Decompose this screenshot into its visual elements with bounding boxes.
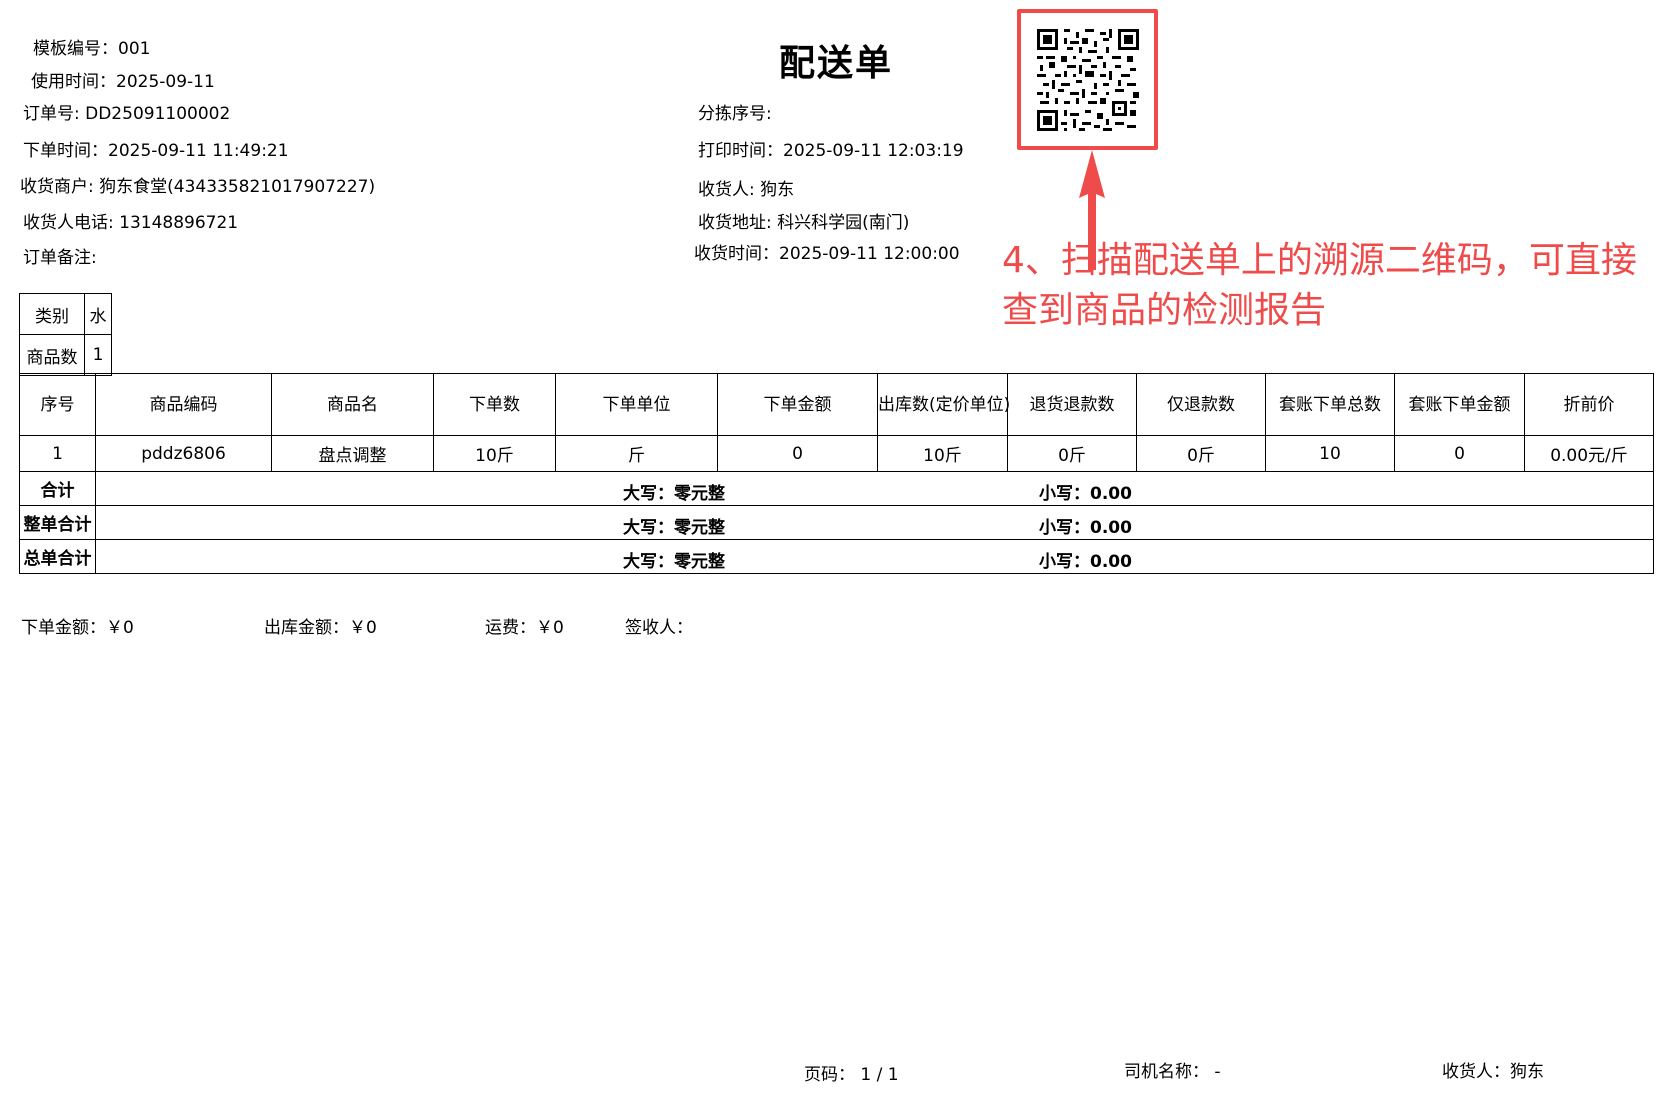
page-title: 配送单 — [779, 43, 894, 84]
summary-uppercase: 大写：零元整 — [623, 552, 725, 572]
category-label: 类别 — [19, 293, 85, 335]
qr-code-icon — [1037, 29, 1139, 131]
column-header: 套账下单总数 — [1265, 373, 1395, 436]
table-cell: 0 — [717, 435, 878, 472]
signer: 签收人： — [625, 618, 693, 638]
receiver-phone: 收货人电话: 13148896721 — [23, 213, 239, 233]
receive-time: 收货时间：2025-09-11 12:00:00 — [694, 244, 960, 264]
summary-uppercase: 大写：零元整 — [623, 484, 725, 504]
order-time: 下单时间：2025-09-11 11:49:21 — [23, 141, 289, 161]
table-cell: 斤 — [555, 435, 718, 472]
column-header: 出库数(定价单位) — [877, 373, 1010, 436]
items-table: 序号 商品编码 商品名 下单数 下单单位 下单金额 出库数(定价单位) 退货退款… — [19, 373, 1654, 574]
table-cell: 0斤 — [1136, 435, 1266, 472]
table-cell: pddz6806 — [95, 435, 272, 472]
column-header: 下单数 — [433, 373, 556, 436]
table-cell: 10斤 — [433, 435, 556, 472]
out-amount: 出库金额：￥0 — [264, 618, 377, 638]
table-cell: 0斤 — [1007, 435, 1137, 472]
freight: 运费：￥0 — [485, 618, 564, 638]
table-header-row: 序号 商品编码 商品名 下单数 下单单位 下单金额 出库数(定价单位) 退货退款… — [19, 373, 1654, 436]
merchant: 收货商户: 狗东食堂(434335821017907227) — [20, 177, 376, 197]
template-number: 模板编号：001 — [33, 39, 151, 59]
item-count-label: 商品数 — [19, 334, 85, 376]
page-number: 页码： 1 / 1 — [804, 1065, 899, 1085]
use-time: 使用时间：2025-09-11 — [31, 72, 215, 92]
column-header: 下单金额 — [717, 373, 878, 436]
column-header: 商品名 — [271, 373, 434, 436]
column-header: 折前价 — [1524, 373, 1654, 436]
summary-label: 合计 — [19, 471, 96, 506]
table-cell: 1 — [19, 435, 96, 472]
driver-name: 司机名称： - — [1124, 1062, 1221, 1082]
summary-lowercase: 小写：0.00 — [1039, 552, 1132, 572]
order-number: 订单号: DD25091100002 — [23, 104, 231, 124]
annotation-text: 4、扫描配送单上的溯源二维码，可直接查到商品的检测报告 — [1002, 240, 1637, 331]
sort-number: 分拣序号: — [698, 104, 772, 124]
item-count-value: 1 — [84, 334, 112, 376]
footer-receiver: 收货人：狗东 — [1442, 1062, 1544, 1082]
summary-label: 总单合计 — [19, 539, 96, 574]
column-header: 商品编码 — [95, 373, 272, 436]
table-row: 1 pddz6806 盘点调整 10斤 斤 0 10斤 0斤 0斤 10 0 0… — [19, 435, 1654, 472]
summary-lowercase: 小写：0.00 — [1039, 518, 1132, 538]
summary-row-grand-total: 总单合计 大写：零元整 小写：0.00 — [19, 539, 1654, 574]
summary-label: 整单合计 — [19, 505, 96, 540]
table-cell: 0.00元/斤 — [1524, 435, 1654, 472]
print-time: 打印时间：2025-09-11 12:03:19 — [698, 141, 964, 161]
order-remark: 订单备注: — [23, 248, 97, 268]
column-header: 套账下单金额 — [1394, 373, 1525, 436]
category-value: 水 — [84, 293, 112, 335]
traceability-qr-code — [1017, 9, 1158, 150]
summary-lowercase: 小写：0.00 — [1039, 484, 1132, 504]
receiver-address: 收货地址: 科兴科学园(南门) — [698, 213, 910, 233]
column-header: 下单单位 — [555, 373, 718, 436]
category-table: 类别 水 商品数 1 — [19, 293, 112, 376]
column-header: 序号 — [19, 373, 96, 436]
column-header: 仅退款数 — [1136, 373, 1266, 436]
table-cell: 10斤 — [877, 435, 1008, 472]
summary-uppercase: 大写：零元整 — [623, 518, 725, 538]
order-amount: 下单金额：￥0 — [21, 618, 134, 638]
summary-row-total: 合计 大写：零元整 小写：0.00 — [19, 471, 1654, 506]
table-cell: 0 — [1394, 435, 1525, 472]
summary-row-order-total: 整单合计 大写：零元整 小写：0.00 — [19, 505, 1654, 540]
table-cell: 10 — [1265, 435, 1395, 472]
receiver: 收货人: 狗东 — [698, 180, 795, 200]
column-header: 退货退款数 — [1007, 373, 1137, 436]
table-cell: 盘点调整 — [271, 435, 434, 472]
